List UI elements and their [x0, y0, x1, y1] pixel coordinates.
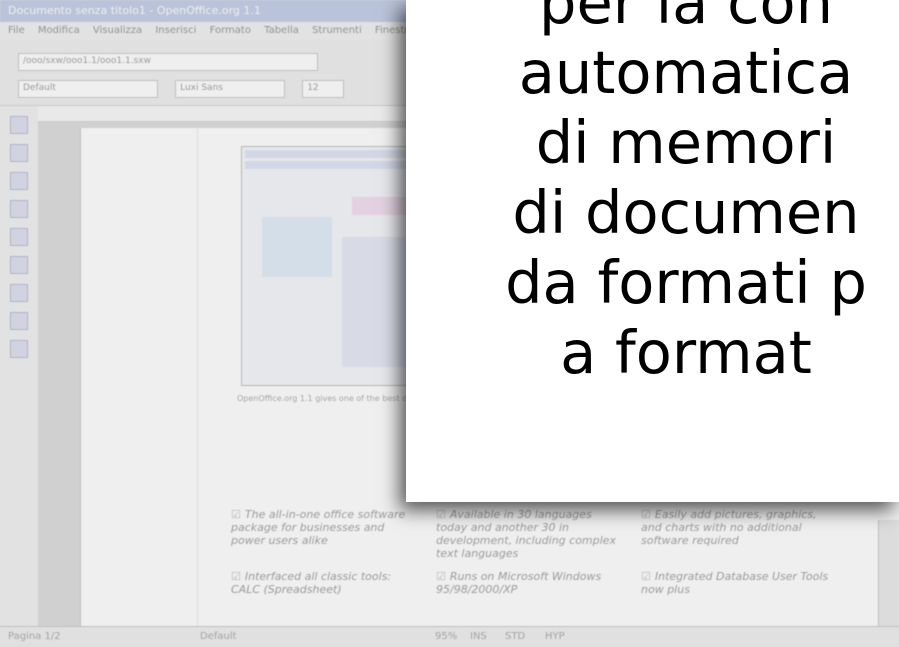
- status-style: Default: [200, 631, 237, 642]
- insert-icon[interactable]: [10, 116, 28, 134]
- menu-format[interactable]: Formato: [210, 25, 251, 36]
- feature-item: ☑ Interfaced all classic tools: CALC (Spr…: [231, 570, 392, 596]
- edit-autotext-icon[interactable]: [10, 172, 28, 190]
- overlay-line: automatica: [518, 38, 854, 107]
- navigator-icon[interactable]: [10, 312, 28, 330]
- font-name-select[interactable]: Luxi Sans: [175, 80, 286, 98]
- status-page: Pagina 1/2: [8, 631, 61, 642]
- spellcheck-icon[interactable]: [10, 256, 28, 274]
- status-bar: Pagina 1/2 Default 95% INS STD HYP: [0, 626, 899, 647]
- feature-item: ☑ Integrated Database User Tools now plus: [641, 570, 829, 596]
- menu-tools[interactable]: Strumenti: [312, 25, 362, 36]
- menu-view[interactable]: Visualizza: [93, 25, 142, 36]
- overlay-line: a format: [560, 318, 812, 387]
- margin-line: [197, 128, 198, 626]
- overlay-text: per la con automatica di memori di docum…: [406, 0, 899, 388]
- main-toolbar: [0, 106, 38, 626]
- gallery-icon[interactable]: [10, 340, 28, 358]
- overlay-line: di memori: [535, 108, 837, 177]
- screenshot-panel: [262, 217, 332, 277]
- menu-insert[interactable]: Inserisci: [155, 25, 196, 36]
- find-replace-icon[interactable]: [10, 284, 28, 302]
- status-zoom[interactable]: 95%: [435, 631, 457, 642]
- draw-functions-icon[interactable]: [10, 200, 28, 218]
- paragraph-style-select[interactable]: Default: [18, 80, 158, 98]
- url-input[interactable]: /ooo/sxw/ooo1.1/ooo1.1.sxw: [18, 53, 318, 71]
- feature-item: ☑ Available in 30 languages today and ano…: [436, 508, 616, 560]
- status-hyperlink-mode[interactable]: HYP: [545, 631, 565, 642]
- feature-item: ☑ Easily add pictures, graphics, and char…: [641, 508, 817, 547]
- overlay-line: da formati p: [505, 248, 867, 317]
- overlay-line: di documen: [512, 178, 860, 247]
- feature-item: ☑ Runs on Microsoft Windows 95/98/2000/XP: [436, 570, 602, 596]
- insert-fields-icon[interactable]: [10, 144, 28, 162]
- font-size-select[interactable]: 12: [302, 80, 345, 98]
- status-mode[interactable]: INS: [470, 631, 487, 642]
- vertical-scrollbar[interactable]: [878, 520, 899, 626]
- overlay-line: per la con: [539, 0, 833, 37]
- feature-list: ☑ The all-in-one office software package …: [231, 508, 871, 618]
- horizontal-ruler[interactable]: [38, 106, 408, 122]
- status-selection-mode[interactable]: STD: [505, 631, 525, 642]
- window-title: Documento senza titolo1 - OpenOffice.org…: [8, 4, 261, 17]
- feature-item: ☑ The all-in-one office software package …: [231, 508, 406, 547]
- menu-table[interactable]: Tabella: [264, 25, 299, 36]
- overlay-text-card: per la con automatica di memori di docum…: [406, 0, 899, 502]
- menu-edit[interactable]: Modifica: [38, 25, 80, 36]
- menu-file[interactable]: File: [8, 25, 25, 36]
- form-functions-icon[interactable]: [10, 228, 28, 246]
